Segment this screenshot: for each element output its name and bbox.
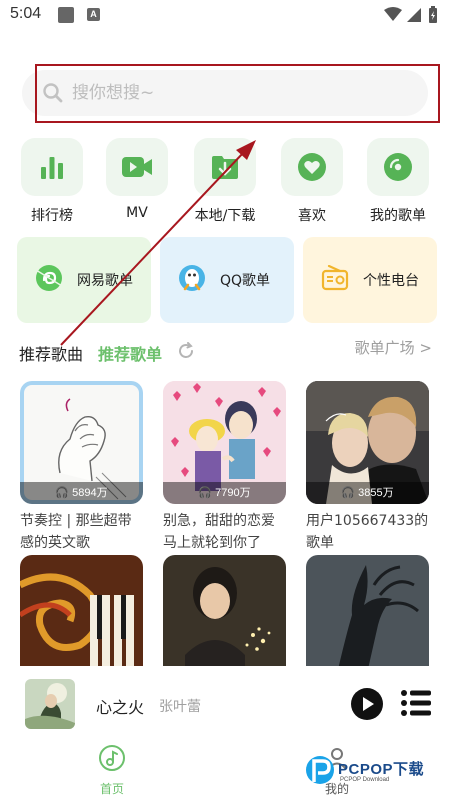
status-time: 5:04 bbox=[10, 5, 42, 22]
play-icon bbox=[363, 697, 374, 711]
playlist-card[interactable] bbox=[163, 555, 286, 678]
folder-download-icon bbox=[194, 138, 256, 196]
play-button[interactable] bbox=[351, 688, 383, 720]
now-playing-cover bbox=[25, 679, 75, 729]
tab-recommended-songs[interactable]: 推荐歌曲 bbox=[19, 341, 83, 365]
play-count: 🎧 7790万 bbox=[163, 482, 286, 504]
play-count: 🎧 3855万 bbox=[306, 482, 429, 504]
video-icon bbox=[106, 138, 168, 196]
playlist-cover: 🎧 3855万 bbox=[306, 381, 429, 504]
chart-bars-icon bbox=[21, 138, 83, 196]
quick-nav-label: MV bbox=[126, 205, 148, 221]
notification-icon bbox=[58, 7, 74, 23]
now-playing-artist: 张叶蕾 bbox=[159, 699, 201, 715]
quick-nav-ranking[interactable]: 排行榜 bbox=[12, 138, 92, 225]
headphones-icon: 🎧 bbox=[55, 487, 70, 499]
quick-nav-mv[interactable]: MV bbox=[97, 138, 177, 221]
quick-nav-label: 本地/下载 bbox=[194, 208, 256, 224]
playlist-cover: 🎧 5894万 bbox=[20, 381, 143, 504]
mini-player[interactable]: 心之火 张叶蕾 bbox=[0, 666, 450, 734]
quick-nav-my-playlists[interactable]: 我的歌单 bbox=[358, 138, 438, 225]
wifi-icon bbox=[384, 7, 402, 21]
search-icon bbox=[42, 82, 64, 108]
signal-icon bbox=[407, 8, 421, 22]
source-card-radio[interactable]: 个性电台 bbox=[303, 237, 437, 323]
playlist-cover: 🎧 7790万 bbox=[163, 381, 286, 504]
heart-icon bbox=[281, 138, 343, 196]
playlist-cover bbox=[306, 555, 429, 678]
qq-penguin-icon bbox=[178, 263, 206, 297]
tab-recommended-playlists[interactable]: 推荐歌单 bbox=[98, 341, 162, 365]
status-bar: 5:04 A bbox=[0, 0, 450, 30]
playlist-cover bbox=[20, 555, 143, 678]
playlist-card[interactable]: 🎧 3855万 用户105667433的歌单 bbox=[306, 381, 429, 554]
radio-icon bbox=[321, 264, 349, 295]
playlist-card[interactable]: 🎧 5894万 节奏控 | 那些超带感的英文歌 bbox=[20, 381, 143, 554]
playlist-title[interactable]: 用户105667433的歌单 bbox=[306, 510, 429, 554]
playlist-card[interactable] bbox=[20, 555, 143, 678]
play-count-value: 3855万 bbox=[358, 487, 394, 499]
quick-nav-favorites[interactable]: 喜欢 bbox=[272, 138, 352, 225]
battery-icon bbox=[429, 6, 437, 23]
play-count: 🎧 5894万 bbox=[20, 482, 143, 504]
headphones-icon: 🎧 bbox=[198, 487, 213, 499]
refresh-icon[interactable] bbox=[177, 342, 195, 364]
playlist-cover bbox=[163, 555, 286, 678]
play-count-value: 5894万 bbox=[72, 487, 108, 499]
source-card-qq[interactable]: QQ歌单 bbox=[160, 237, 294, 323]
bottom-nav-home[interactable]: 首页 bbox=[72, 744, 152, 797]
bottom-nav-mine[interactable]: 我的 bbox=[297, 744, 377, 797]
playlist-card[interactable]: 🎧 7790万 别急，甜甜的恋爱马上就轮到你了 bbox=[163, 381, 286, 554]
netease-icon bbox=[35, 264, 63, 296]
user-icon bbox=[327, 748, 347, 770]
quick-nav: 排行榜 MV 本地/下载 喜欢 我的歌单 bbox=[0, 138, 450, 228]
source-label: 网易歌单 bbox=[77, 273, 133, 289]
bottom-nav-label: 我的 bbox=[324, 782, 349, 796]
source-card-netease[interactable]: 网易歌单 bbox=[17, 237, 151, 323]
status-indicators bbox=[382, 6, 442, 28]
quick-nav-label: 喜欢 bbox=[298, 208, 326, 224]
bottom-nav: 首页 我的 bbox=[0, 734, 450, 800]
search-input[interactable] bbox=[72, 70, 412, 116]
play-count-value: 7790万 bbox=[215, 487, 251, 499]
quick-nav-local-download[interactable]: 本地/下载 bbox=[185, 138, 265, 225]
app-notification-icon: A bbox=[87, 8, 100, 21]
headphones-icon: 🎧 bbox=[341, 487, 356, 499]
now-playing-title: 心之火 bbox=[96, 698, 145, 717]
quick-nav-label: 排行榜 bbox=[31, 208, 73, 224]
playlist-queue-button[interactable] bbox=[401, 690, 431, 720]
source-label: 个性电台 bbox=[363, 273, 419, 289]
playlist-title[interactable]: 别急，甜甜的恋爱马上就轮到你了 bbox=[163, 510, 286, 554]
quick-nav-label: 我的歌单 bbox=[370, 208, 426, 224]
source-label: QQ歌单 bbox=[220, 273, 271, 289]
disc-icon bbox=[367, 138, 429, 196]
playlist-title[interactable]: 节奏控 | 那些超带感的英文歌 bbox=[20, 510, 143, 554]
bottom-nav-label: 首页 bbox=[99, 782, 124, 796]
playlist-plaza-link[interactable]: 歌单广场 > bbox=[355, 337, 432, 358]
playlist-card[interactable] bbox=[306, 555, 429, 678]
search-bar[interactable] bbox=[22, 70, 428, 116]
queue-list-icon bbox=[401, 690, 431, 716]
music-note-circle-icon bbox=[99, 745, 125, 771]
